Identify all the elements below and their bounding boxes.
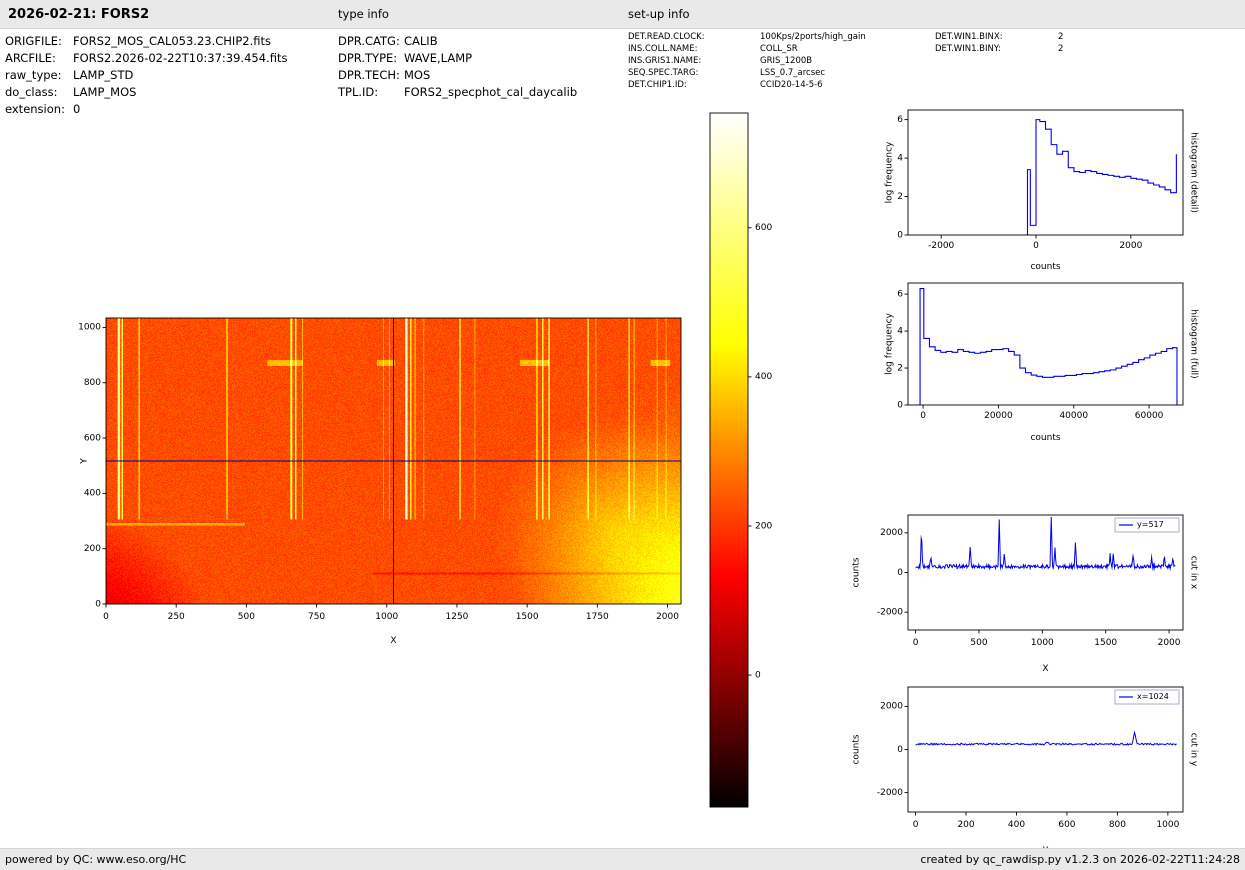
setup-info-block: DET.READ.CLOCK: 100Kps/2ports/high_gain IN… [628,31,866,91]
metadata-value: CALIB [404,34,438,49]
header-bar: 2026-02-21: FORS2 type info set-up info [0,0,1245,29]
metadata-row: SEQ.SPEC.TARG: LSS_0.7_arcsec [628,67,866,79]
colorbar [700,105,785,820]
metadata-value: COLL_SR [760,44,798,54]
metadata-value: FORS2_specphot_cal_daycalib [404,84,578,99]
metadata-row: DET.WIN1.BINX: 2 [935,31,1063,43]
cut-in-x-plot [840,503,1226,678]
metadata-value: 100Kps/2ports/high_gain [760,32,866,42]
metadata-row: extension: 0 [5,100,287,117]
histogram-detail-plot [858,98,1226,273]
metadata-value: FORS2.2026-02-22T10:37:39.454.fits [73,51,288,66]
metadata-key: DPR.TECH: [338,67,400,82]
metadata-value: 0 [73,101,81,116]
footer-bar: powered by QC: www.eso.org/HC created by… [0,848,1245,870]
metadata-value: LAMP_MOS [73,84,137,99]
metadata-key: DPR.TYPE: [338,51,398,66]
setup-info-label: set-up info [628,7,690,21]
metadata-row: ARCFILE: FORS2.2026-02-22T10:37:39.454.fi… [5,50,287,67]
metadata-row: raw_type: LAMP_STD [5,67,287,84]
metadata-row: DPR.TECH: MOS [338,67,577,84]
metadata-key: raw_type: [5,67,62,82]
metadata-value: 2 [1058,32,1064,42]
histogram-full-plot [858,271,1226,446]
metadata-row: DPR.TYPE: WAVE,LAMP [338,50,577,67]
metadata-key: do_class: [5,84,58,99]
ccd-image-plot [60,303,710,655]
metadata-value: WAVE,LAMP [404,51,473,66]
metadata-key: ORIGFILE: [5,34,62,49]
metadata-row: DET.CHIP1.ID: CCID20-14-5-6 [628,79,866,91]
metadata-key: TPL.ID: [338,84,379,99]
metadata-row: DPR.CATG: CALIB [338,33,577,50]
metadata-key: DET.WIN1.BINY: [935,44,1001,54]
metadata-value: LAMP_STD [73,67,134,82]
metadata-row: DET.WIN1.BINY: 2 [935,43,1063,55]
cut-in-y-plot [840,675,1226,860]
file-info-block: ORIGFILE: FORS2_MOS_CAL053.23.CHIP2.fits A… [5,33,287,117]
metadata-row: do_class: LAMP_MOS [5,83,287,100]
metadata-value: CCID20-14-5-6 [760,80,823,90]
metadata-key: INS.GRIS1.NAME: [628,56,702,66]
metadata-row: DET.READ.CLOCK: 100Kps/2ports/high_gain [628,31,866,43]
footer-created-by: created by qc_rawdisp.py v1.2.3 on 2026-… [920,853,1240,866]
footer-qc-link: powered by QC: www.eso.org/HC [5,853,187,866]
metadata-value: FORS2_MOS_CAL053.23.CHIP2.fits [73,34,271,49]
metadata-row: INS.GRIS1.NAME: GRIS_1200B [628,55,866,67]
type-info-label: type info [338,7,389,21]
page-title: 2026-02-21: FORS2 [8,7,150,22]
metadata-key: DET.READ.CLOCK: [628,32,705,42]
metadata-value: 2 [1058,44,1064,54]
metadata-value: LSS_0.7_arcsec [760,68,826,78]
metadata-value: MOS [404,67,431,82]
metadata-row: TPL.ID: FORS2_specphot_cal_daycalib [338,83,577,100]
metadata-key: ARCFILE: [5,51,56,66]
metadata-key: DET.WIN1.BINX: [935,32,1003,42]
metadata-key: DET.CHIP1.ID: [628,80,687,90]
metadata-row: INS.COLL.NAME: COLL_SR [628,43,866,55]
metadata-value: GRIS_1200B [760,56,813,66]
metadata-key: INS.COLL.NAME: [628,44,698,54]
type-info-block: DPR.CATG: CALIB DPR.TYPE: WAVE,LAMP DPR.TECH… [338,33,577,100]
metadata-key: SEQ.SPEC.TARG: [628,68,699,78]
metadata-row: ORIGFILE: FORS2_MOS_CAL053.23.CHIP2.fits [5,33,287,50]
detector-window-block: DET.WIN1.BINX: 2 DET.WIN1.BINY: 2 [935,31,1063,55]
metadata-key: DPR.CATG: [338,34,400,49]
metadata-key: extension: [5,101,65,116]
